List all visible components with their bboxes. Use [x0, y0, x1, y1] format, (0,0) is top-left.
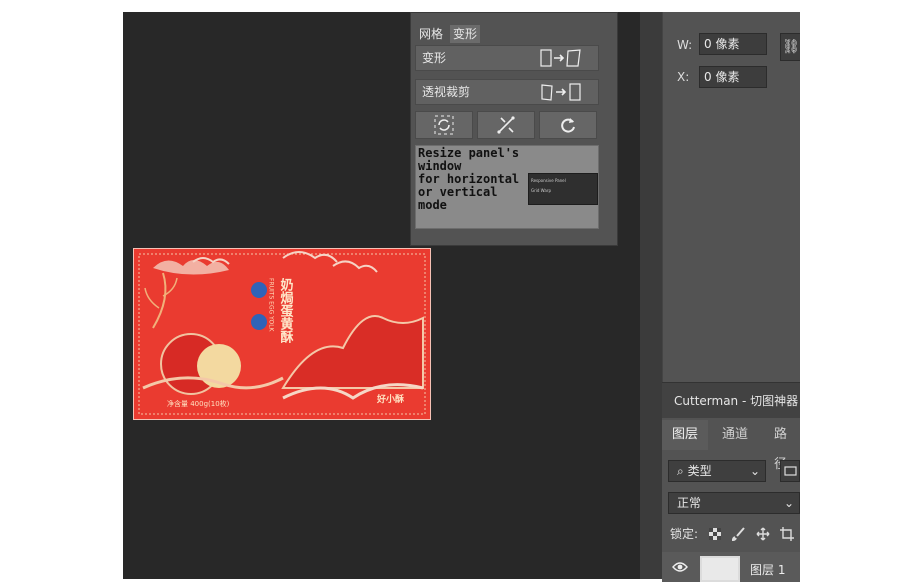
lock-artboard-icon[interactable] — [780, 526, 795, 541]
layer-row[interactable]: 图层 1 — [662, 552, 800, 582]
image-filter-icon — [784, 466, 797, 476]
panel-preview-thumbnail: Responsive Panel Grid Warp — [528, 173, 598, 205]
lock-move-icon[interactable] — [756, 527, 770, 541]
perspective-crop-label: 透视裁剪 — [422, 85, 471, 99]
image-filter-button[interactable] — [780, 460, 800, 482]
warp-tools-icon — [497, 116, 515, 134]
tab-grid[interactable]: 网格 — [416, 25, 446, 43]
blend-mode-dropdown[interactable]: 正常 ⌄ — [668, 492, 800, 514]
cutterman-panel-header[interactable]: Cutterman - 切图神器 — [662, 382, 800, 418]
tab-paths[interactable]: 路径 — [764, 420, 800, 472]
search-icon: ⌕ — [677, 464, 684, 478]
transform-arrow-icon — [540, 49, 581, 67]
layer-name[interactable]: 图层 1 — [750, 561, 785, 578]
window-margin — [800, 0, 900, 579]
layer-filter-dropdown[interactable]: ⌕ 类型 ⌄ — [668, 460, 766, 482]
lock-label: 锁定: — [670, 527, 699, 541]
chevron-down-icon: ⌄ — [749, 464, 760, 478]
transform-button[interactable]: 变形 — [415, 45, 599, 71]
lock-transparency-icon[interactable] — [708, 527, 722, 541]
visibility-eye-icon[interactable] — [672, 560, 688, 574]
layer-filter-value: 类型 — [687, 464, 712, 478]
plugin-tabs: 网格 变形 — [416, 25, 481, 43]
properties-panel: W: 0 像素 ⛓ X: 0 像素 — [662, 12, 802, 382]
artwork-side-text: FRUITS EGG YOLK — [268, 278, 275, 333]
artwork-footer: 净含量 400g(10枚) — [167, 399, 230, 408]
panel-gutter — [640, 12, 664, 579]
artwork-title: 奶焗蛋黄酥 — [278, 277, 295, 344]
lock-paint-brush-icon[interactable] — [732, 526, 746, 541]
link-button[interactable]: ⛓ — [780, 33, 802, 61]
reset-button[interactable] — [539, 111, 597, 139]
tab-transform[interactable]: 变形 — [450, 25, 481, 43]
tab-layers[interactable]: 图层 — [662, 420, 709, 450]
layer-thumbnail — [700, 556, 740, 582]
transform-button-label: 变形 — [422, 51, 447, 65]
resize-tip-text: Resize panel's window for horizontal or … — [418, 146, 520, 212]
width-label: W: — [677, 38, 693, 52]
warp-tools-button[interactable] — [477, 111, 535, 139]
cutterman-title: Cutterman - 切图神器 — [674, 394, 799, 408]
packaging-artwork[interactable]: 奶焗蛋黄酥 FRUITS EGG YOLK 净含量 400g(10枚) 好小酥 — [133, 248, 431, 420]
reset-icon — [561, 118, 575, 133]
perspective-crop-button[interactable]: 透视裁剪 — [415, 79, 599, 105]
link-icon: ⛓ — [782, 39, 800, 55]
layers-panel: 图层 通道 路径 ⌕ 类型 ⌄ 正常 ⌄ 锁定: 图层 1 — [662, 418, 800, 582]
transform-plugin-panel: 网格 变形 变形 透视裁剪 Resize panel's window for … — [410, 12, 618, 246]
x-label: X: — [677, 70, 690, 84]
x-position-field[interactable]: 0 像素 — [699, 66, 767, 88]
blend-chevron-icon: ⌄ — [783, 496, 794, 510]
resize-tip-box: Resize panel's window for horizontal or … — [415, 145, 599, 229]
width-field[interactable]: 0 像素 — [699, 33, 767, 55]
thumb-line-2: Grid Warp — [531, 188, 551, 193]
perspective-crop-arrow-icon — [541, 83, 581, 101]
blend-mode-value: 正常 — [677, 496, 702, 510]
thumb-line-1: Responsive Panel — [531, 178, 566, 183]
lock-row: 锁定: — [670, 525, 795, 542]
artwork-logo: 好小酥 — [376, 393, 404, 405]
rotate-frame-icon — [434, 115, 454, 135]
rotate-frame-button[interactable] — [415, 111, 473, 139]
tab-channels[interactable]: 通道 — [712, 420, 758, 450]
